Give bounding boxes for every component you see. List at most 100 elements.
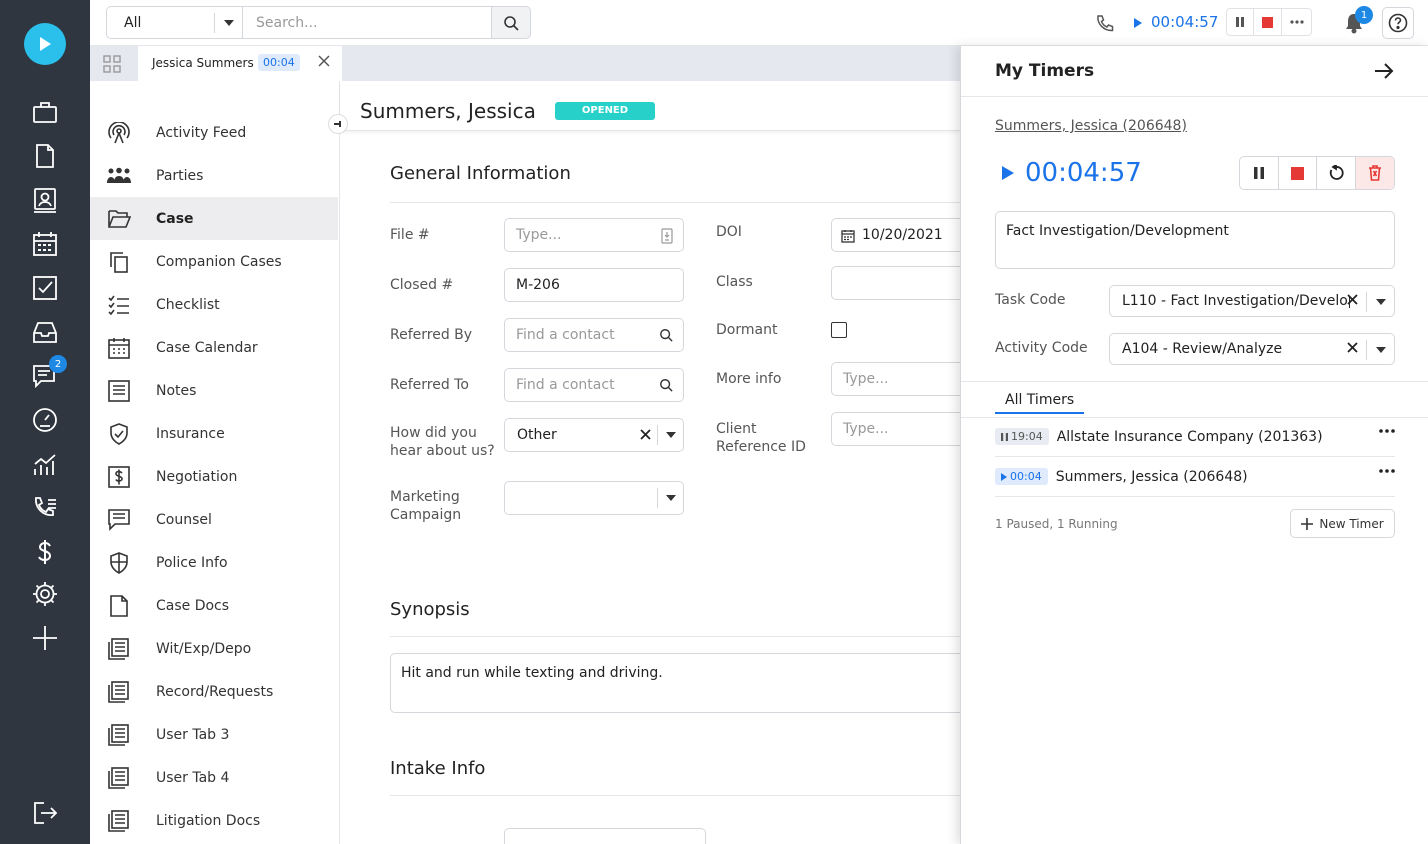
more-dots-icon[interactable] (1379, 429, 1395, 433)
play-icon[interactable] (1001, 165, 1015, 181)
document-icon (107, 594, 131, 618)
chevron-down-icon[interactable] (214, 13, 242, 33)
sidebar-item-litigation-docs[interactable]: Litigation Docs (90, 799, 338, 842)
sidebar-item-case-docs[interactable]: Case Docs (90, 584, 338, 627)
hear-about-select[interactable]: Other (504, 418, 684, 452)
chevron-down-icon[interactable] (1366, 340, 1394, 360)
search-icon (659, 328, 673, 342)
timer-row[interactable]: 19:04 Allstate Insurance Company (201363… (995, 417, 1395, 457)
intake-date-input[interactable] (504, 828, 706, 844)
chevron-down-icon[interactable] (1366, 292, 1394, 312)
inbox-icon[interactable] (30, 317, 60, 347)
timer-chip-running: 00:04 (995, 468, 1048, 485)
sidebar-item-notes[interactable]: Notes (90, 369, 338, 412)
task-code-select[interactable]: L110 - Fact Investigation/Development (1109, 285, 1395, 317)
clear-x-icon[interactable] (1347, 342, 1358, 353)
tab-jessica-summers[interactable]: Jessica Summers 00:04 (138, 46, 342, 81)
sidebar-item-wit-exp-depo[interactable]: Wit/Exp/Depo (90, 627, 338, 670)
search-icon (659, 378, 673, 392)
top-bar: All Search... 00:04:57 1 (90, 0, 1428, 46)
search-input[interactable]: Search... (242, 6, 492, 39)
synopsis-textarea[interactable]: Hit and run while texting and driving. (390, 653, 970, 713)
timer-controls (1239, 156, 1395, 190)
play-logo-button[interactable] (24, 23, 66, 65)
add-plus-icon[interactable] (30, 623, 60, 653)
timers-summary: 1 Paused, 1 Running (995, 517, 1118, 531)
stop-button[interactable] (1279, 157, 1317, 189)
activity-code-label: Activity Code (995, 340, 1088, 356)
reset-button[interactable] (1317, 157, 1356, 189)
more-info-input[interactable]: Type... (831, 362, 971, 396)
sidebar-item-case-calendar[interactable]: Case Calendar (90, 326, 338, 369)
billing-dollar-icon[interactable] (30, 537, 60, 567)
play-icon[interactable] (1132, 16, 1144, 30)
timer-case-link[interactable]: Summers, Jessica (206648) (995, 118, 1187, 134)
chevron-down-icon[interactable] (657, 488, 683, 508)
more-options-button[interactable] (1282, 8, 1312, 36)
dashboard-icon[interactable] (30, 405, 60, 435)
referred-by-input[interactable]: Find a contact (504, 318, 684, 352)
sidebar-item-checklist[interactable]: Checklist (90, 283, 338, 326)
referred-to-input[interactable]: Find a contact (504, 368, 684, 402)
phone-icon[interactable] (1094, 12, 1116, 34)
search-button[interactable] (491, 6, 531, 39)
pause-button[interactable] (1226, 8, 1254, 36)
sidebar-item-case[interactable]: Case (90, 197, 338, 240)
timer-description-textarea[interactable]: Fact Investigation/Development (995, 211, 1395, 269)
search-scope-select[interactable]: All (106, 6, 243, 39)
status-badge: OPENED (555, 102, 655, 120)
divider (961, 381, 1428, 382)
delete-button[interactable] (1355, 157, 1394, 189)
activity-code-select[interactable]: A104 - Review/Analyze (1109, 333, 1395, 365)
contacts-icon[interactable] (30, 185, 60, 215)
more-dots-icon[interactable] (1379, 469, 1395, 473)
doi-date-input[interactable]: 10/20/2021 (831, 218, 971, 252)
closed-label: Closed # (390, 277, 454, 293)
grid-icon[interactable] (103, 55, 121, 73)
task-check-icon[interactable] (30, 273, 60, 303)
sidebar-item-user-tab-4[interactable]: User Tab 4 (90, 756, 338, 799)
client-reference-input[interactable]: Type... (831, 412, 971, 446)
sidebar-item-police-info[interactable]: Police Info (90, 541, 338, 584)
settings-gear-icon[interactable] (30, 579, 60, 609)
new-timer-button[interactable]: New Timer (1290, 509, 1395, 538)
sidebar-item-negotiation[interactable]: Negotiation (90, 455, 338, 498)
sidebar-item-label: Police Info (156, 554, 228, 571)
timer-row[interactable]: 00:04 Summers, Jessica (206648) (995, 457, 1395, 497)
clear-x-icon[interactable] (1347, 294, 1358, 305)
file-number-input[interactable]: Type... (504, 218, 684, 252)
tab-all-timers[interactable]: All Timers (995, 392, 1085, 414)
pin-icon[interactable] (328, 114, 348, 134)
calendar-icon[interactable] (30, 229, 60, 259)
logout-icon[interactable] (30, 798, 60, 828)
hear-about-value: Other (517, 427, 557, 443)
notes-icon (107, 379, 131, 403)
stop-button[interactable] (1254, 8, 1282, 36)
arrow-right-icon[interactable] (1374, 62, 1394, 80)
marketing-campaign-select[interactable] (504, 481, 684, 515)
sidebar-item-user-tab-3[interactable]: User Tab 3 (90, 713, 338, 756)
client-reference-label: Client Reference ID (716, 421, 806, 455)
clear-x-icon[interactable] (640, 429, 651, 440)
sidebar-item-counsel[interactable]: Counsel (90, 498, 338, 541)
referred-to-placeholder: Find a contact (516, 377, 615, 393)
document-icon[interactable] (30, 141, 60, 171)
sidebar-item-companion-cases[interactable]: Companion Cases (90, 240, 338, 283)
pause-button[interactable] (1240, 157, 1279, 189)
sidebar-item-label: Parties (156, 167, 204, 184)
tab-timer-chip: 00:04 (258, 54, 300, 71)
chevron-down-icon[interactable] (657, 425, 683, 445)
sidebar-item-insurance[interactable]: Insurance (90, 412, 338, 455)
briefcase-icon[interactable] (30, 97, 60, 127)
sidebar-item-record-requests[interactable]: Record/Requests (90, 670, 338, 713)
timer-row-name: Allstate Insurance Company (201363) (1056, 428, 1323, 445)
dormant-checkbox[interactable] (831, 322, 847, 338)
close-icon[interactable] (318, 55, 330, 67)
help-button[interactable] (1382, 7, 1414, 39)
reports-icon[interactable] (30, 449, 60, 479)
sidebar-item-parties[interactable]: Parties (90, 154, 338, 197)
phone-list-icon[interactable] (30, 493, 60, 523)
class-select[interactable] (831, 266, 971, 300)
closed-number-input[interactable]: M-206 (504, 268, 684, 302)
sidebar-item-activity-feed[interactable]: Activity Feed (90, 111, 338, 154)
